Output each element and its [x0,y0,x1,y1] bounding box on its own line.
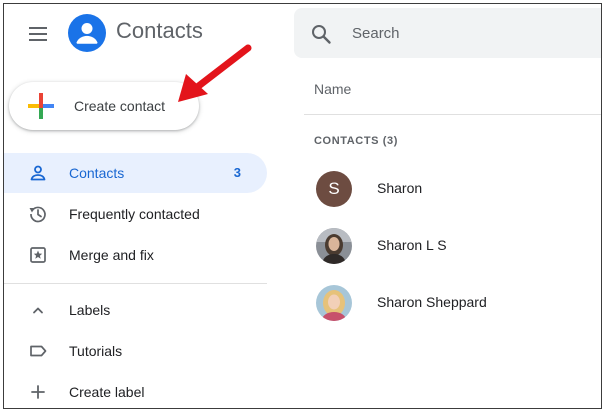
app-window: Contacts Create contact Contacts 3 Frequ [3,3,602,409]
nav-divider [4,283,267,284]
contacts-count-badge: 3 [233,165,241,180]
contacts-logo-icon [68,14,106,52]
search-bar[interactable] [294,8,601,58]
multicolor-plus-icon [28,93,54,119]
create-label-button[interactable]: Create label [4,372,267,408]
contact-row[interactable]: Sharon L S [304,220,601,272]
contacts-section-label: CONTACTS (3) [314,135,398,147]
merge-fix-icon [30,247,46,263]
avatar [316,285,352,321]
contact-name: Sharon [377,180,423,196]
contact-row[interactable]: S Sharon [304,163,601,215]
search-input[interactable] [352,21,592,45]
contact-name: Sharon Sheppard [377,294,487,310]
name-column-header[interactable]: Name [314,81,351,97]
nav-item-label: Contacts [69,165,125,181]
contact-name: Sharon L S [377,237,447,253]
search-icon[interactable] [310,23,332,45]
avatar: S [316,171,352,207]
nav-item-frequently-contacted[interactable]: Frequently contacted [4,194,267,234]
nav-item-label: Tutorials [69,343,123,359]
annotation-arrow-icon [178,44,252,102]
labels-header: Labels [69,302,111,318]
label-outline-icon [30,345,47,357]
app-title: Contacts [116,18,203,43]
plus-icon [31,385,45,399]
create-contact-label: Create contact [74,98,166,114]
contact-row[interactable]: Sharon Sheppard [304,277,601,329]
nav-item-label: Create label [69,384,145,400]
create-contact-button[interactable]: Create contact [9,82,199,130]
hamburger-menu-icon [29,27,47,29]
person-outline-icon [30,165,46,181]
history-icon [29,206,46,223]
nav-item-contacts[interactable]: Contacts 3 [4,153,267,193]
avatar [316,228,352,264]
labels-section-toggle[interactable]: Labels [4,290,267,330]
nav-item-merge-and-fix[interactable]: Merge and fix [4,235,267,275]
header-divider [304,114,601,115]
chevron-up-icon [33,307,43,314]
nav-item-label: Merge and fix [69,247,154,263]
nav-item-label: Frequently contacted [69,206,200,222]
nav-item-tutorials[interactable]: Tutorials [4,331,267,371]
main-menu-button[interactable] [26,22,50,46]
